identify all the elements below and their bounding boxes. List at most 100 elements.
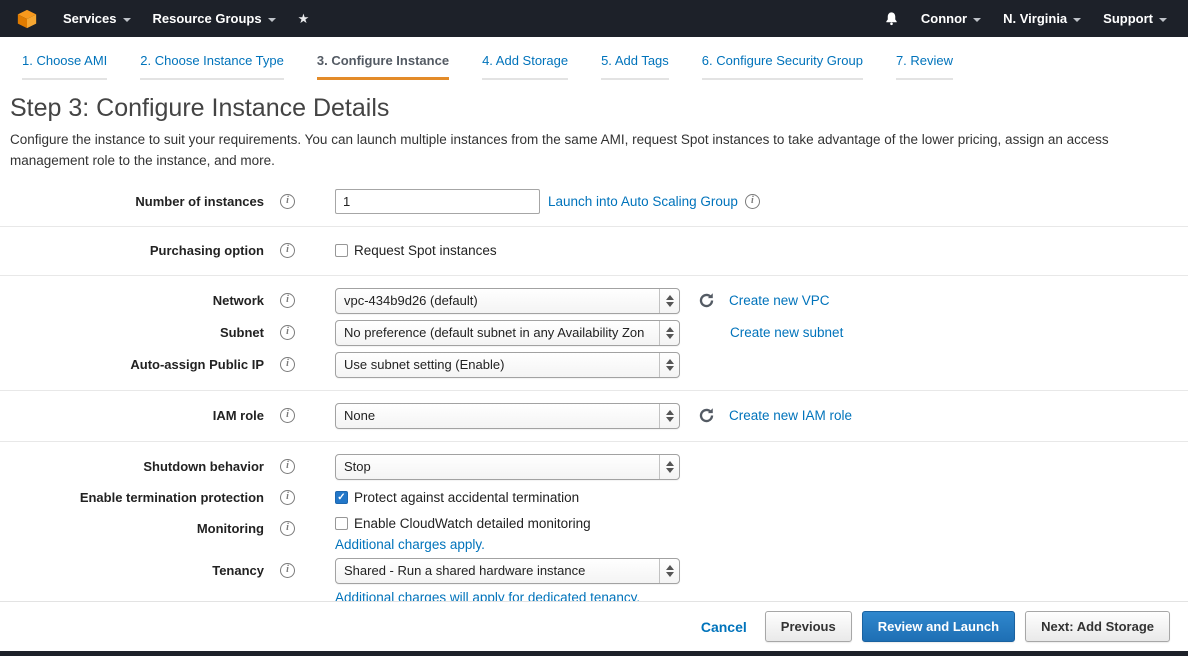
network-label: Network (0, 293, 264, 308)
request-spot-instances-checkbox-label: Request Spot instances (354, 243, 497, 258)
tab-2-choose-instance-type[interactable]: 2. Choose Instance Type (140, 53, 284, 80)
info-icon[interactable] (280, 563, 295, 578)
nav-region-label: N. Virginia (1003, 11, 1067, 26)
wizard-step-tabs: 1. Choose AMI 2. Choose Instance Type 3.… (0, 37, 1188, 80)
page-description: Configure the instance to suit your requ… (10, 130, 1178, 172)
info-icon[interactable] (280, 325, 295, 340)
purchasing-option-label: Purchasing option (0, 243, 264, 258)
aws-cube-icon (16, 8, 38, 30)
wizard-footer: Cancel Previous Review and Launch Next: … (0, 601, 1188, 651)
info-icon[interactable] (280, 521, 295, 536)
protect-against-accidental-termination-checkbox[interactable] (335, 491, 348, 504)
iam-role-select[interactable]: None (335, 403, 680, 429)
select-stepper-arrows-icon (659, 321, 679, 345)
nav-support-label: Support (1103, 11, 1153, 26)
select-stepper-arrows-icon (659, 559, 679, 583)
chevron-down-icon (1073, 18, 1081, 22)
tab-4-add-storage[interactable]: 4. Add Storage (482, 53, 568, 80)
create-new-subnet-link[interactable]: Create new subnet (730, 325, 843, 340)
request-spot-instances-checkbox[interactable] (335, 244, 348, 257)
aws-logo[interactable] (10, 0, 52, 37)
refresh-icon (698, 407, 715, 424)
info-icon[interactable] (280, 408, 295, 423)
subnet-label: Subnet (0, 325, 264, 340)
nav-pinned-shortcuts[interactable]: ★ (287, 0, 321, 37)
auto-assign-public-ip-select[interactable]: Use subnet setting (Enable) (335, 352, 680, 378)
row-auto-assign-public-ip: Auto-assign Public IP Use subnet setting… (0, 349, 1188, 381)
tenancy-select-value: Shared - Run a shared hardware instance (336, 563, 659, 578)
configure-instance-form: Number of instances Launch into Auto Sca… (0, 186, 1188, 608)
subnet-select-value: No preference (default subnet in any Ava… (336, 325, 659, 340)
shutdown-behavior-select[interactable]: Stop (335, 454, 680, 480)
iam-role-label: IAM role (0, 408, 264, 423)
tenancy-select[interactable]: Shared - Run a shared hardware instance (335, 558, 680, 584)
nav-account-menu[interactable]: Connor (910, 0, 992, 37)
info-icon[interactable] (280, 490, 295, 505)
network-select-value: vpc-434b9d26 (default) (336, 293, 659, 308)
review-and-launch-button[interactable]: Review and Launch (862, 611, 1015, 642)
next-add-storage-button[interactable]: Next: Add Storage (1025, 611, 1170, 642)
number-of-instances-label: Number of instances (0, 194, 264, 209)
tab-3-configure-instance[interactable]: 3. Configure Instance (317, 53, 449, 80)
bell-icon (884, 11, 899, 26)
network-select[interactable]: vpc-434b9d26 (default) (335, 288, 680, 314)
info-icon[interactable] (280, 243, 295, 258)
row-tenancy: Tenancy Shared - Run a shared hardware i… (0, 555, 1188, 608)
section-divider (0, 226, 1188, 227)
create-new-vpc-link[interactable]: Create new VPC (729, 293, 830, 308)
row-purchasing-option: Purchasing option Request Spot instances (0, 236, 1188, 266)
tab-7-review[interactable]: 7. Review (896, 53, 953, 80)
select-stepper-arrows-icon (659, 289, 679, 313)
iam-role-select-value: None (336, 408, 659, 423)
row-shutdown-behavior: Shutdown behavior Stop (0, 451, 1188, 483)
nav-region-menu[interactable]: N. Virginia (992, 0, 1092, 37)
protect-against-accidental-termination-checkbox-label: Protect against accidental termination (354, 490, 579, 505)
select-stepper-arrows-icon (659, 353, 679, 377)
subnet-select[interactable]: No preference (default subnet in any Ava… (335, 320, 680, 346)
monitoring-label: Monitoring (0, 516, 264, 536)
info-icon[interactable] (280, 459, 295, 474)
info-icon[interactable] (280, 293, 295, 308)
shutdown-behavior-select-value: Stop (336, 459, 659, 474)
nav-resource-groups-label: Resource Groups (153, 11, 262, 26)
select-stepper-arrows-icon (659, 455, 679, 479)
row-network: Network vpc-434b9d26 (default) Create ne… (0, 285, 1188, 317)
info-icon[interactable] (745, 194, 760, 209)
enable-cloudwatch-detailed-monitoring-checkbox-label: Enable CloudWatch detailed monitoring (354, 516, 591, 531)
row-monitoring: Monitoring Enable CloudWatch detailed mo… (0, 513, 1188, 555)
enable-termination-protection-label: Enable termination protection (0, 490, 264, 505)
shutdown-behavior-label: Shutdown behavior (0, 459, 264, 474)
auto-assign-public-ip-select-value: Use subnet setting (Enable) (336, 357, 659, 372)
create-new-iam-role-link[interactable]: Create new IAM role (729, 408, 852, 423)
row-number-of-instances: Number of instances Launch into Auto Sca… (0, 186, 1188, 217)
notifications-bell-button[interactable] (873, 0, 910, 37)
chevron-down-icon (973, 18, 981, 22)
row-subnet: Subnet No preference (default subnet in … (0, 317, 1188, 349)
nav-services-menu[interactable]: Services (52, 0, 142, 37)
tenancy-label: Tenancy (0, 558, 264, 578)
previous-button[interactable]: Previous (765, 611, 852, 642)
row-iam-role: IAM role None Create new IAM role (0, 400, 1188, 432)
row-enable-termination-protection: Enable termination protection Protect ag… (0, 483, 1188, 513)
nav-resource-groups-menu[interactable]: Resource Groups (142, 0, 287, 37)
section-divider (0, 390, 1188, 391)
info-icon[interactable] (280, 194, 295, 209)
nav-support-menu[interactable]: Support (1092, 0, 1178, 37)
enable-cloudwatch-detailed-monitoring-checkbox[interactable] (335, 517, 348, 530)
page-title: Step 3: Configure Instance Details (10, 94, 1178, 123)
nav-account-label: Connor (921, 11, 967, 26)
chevron-down-icon (123, 18, 131, 22)
refresh-iam-role-button[interactable] (698, 407, 715, 424)
cancel-link[interactable]: Cancel (701, 619, 747, 635)
tab-1-choose-ami[interactable]: 1. Choose AMI (22, 53, 107, 80)
nav-services-label: Services (63, 11, 117, 26)
info-icon[interactable] (280, 357, 295, 372)
refresh-icon (698, 292, 715, 309)
refresh-vpc-button[interactable] (698, 292, 715, 309)
launch-into-auto-scaling-group-link[interactable]: Launch into Auto Scaling Group (548, 194, 738, 209)
tab-5-add-tags[interactable]: 5. Add Tags (601, 53, 669, 80)
tab-6-configure-security-group[interactable]: 6. Configure Security Group (702, 53, 863, 80)
top-navigation-bar: Services Resource Groups ★ Connor N. Vir… (0, 0, 1188, 37)
additional-charges-apply-link[interactable]: Additional charges apply. (335, 537, 591, 552)
number-of-instances-input[interactable] (335, 189, 540, 214)
